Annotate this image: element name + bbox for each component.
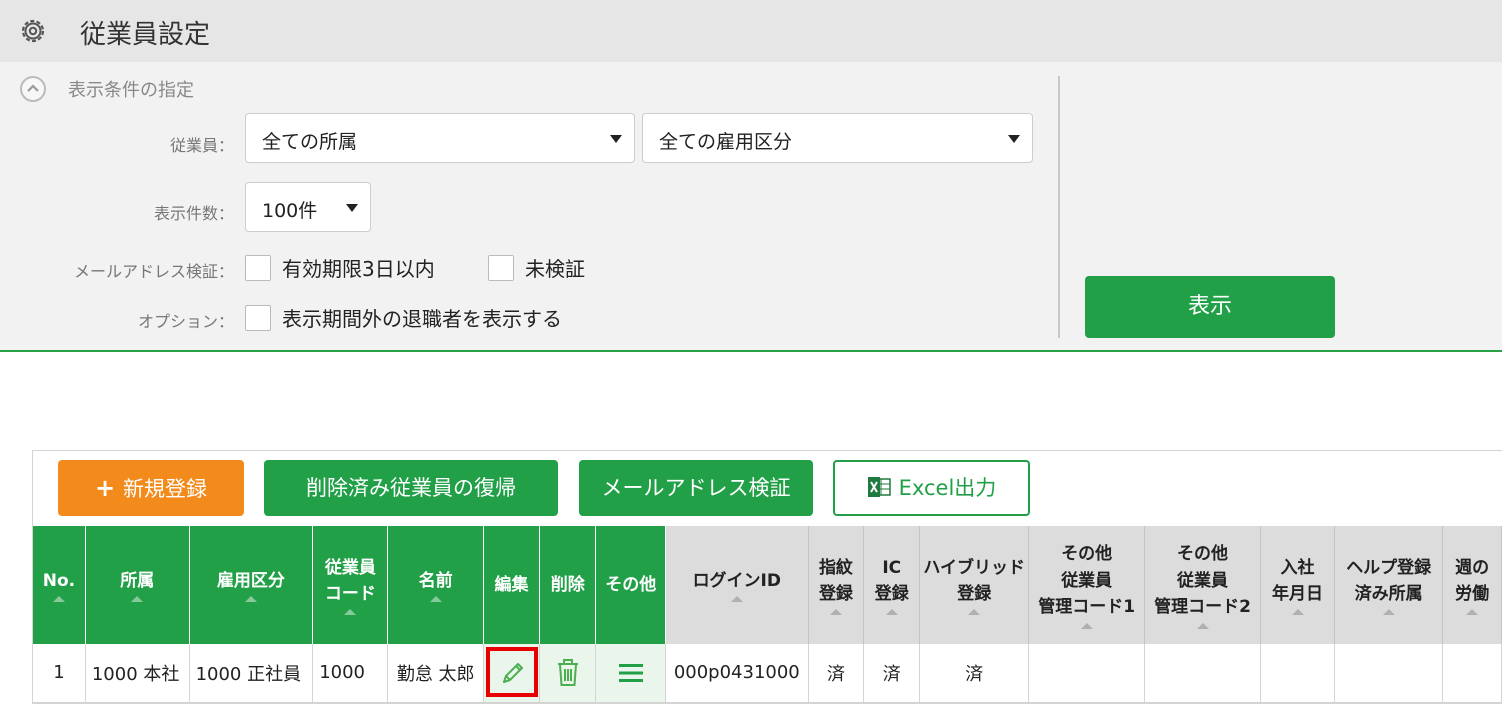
col-header[interactable]: ログインID xyxy=(665,526,809,644)
show-retired-label: 表示期間外の退職者を表示する xyxy=(282,307,562,331)
show-retired-checkbox[interactable] xyxy=(245,305,271,331)
table-row: 1 1000 本社 1000 正社員 1000 勤怠 太郎 000p043100… xyxy=(33,644,1502,703)
affiliation-select[interactable]: 全ての所属 xyxy=(245,113,635,163)
cell-ic: 済 xyxy=(863,644,921,703)
email-verify-label: メールアドレス検証： xyxy=(73,262,234,281)
col-header: 編集 xyxy=(483,526,541,644)
cell-affiliation: 1000 本社 xyxy=(85,644,190,703)
sort-icon xyxy=(730,596,743,603)
page-header: 従業員設定 xyxy=(0,0,1502,62)
col-header[interactable]: ハイブリッド 登録 xyxy=(919,526,1030,644)
dropdown-arrow-icon xyxy=(610,135,622,143)
new-register-button[interactable]: + 新規登録 xyxy=(58,460,244,516)
sort-icon xyxy=(1080,622,1093,629)
edit-button[interactable] xyxy=(483,644,541,703)
col-header[interactable]: 名前 xyxy=(387,526,484,644)
count-select[interactable]: 100件 xyxy=(245,182,371,232)
sort-icon xyxy=(1196,622,1209,629)
other-menu-button[interactable] xyxy=(595,644,667,703)
sort-icon xyxy=(244,596,257,603)
expiry-3days-checkbox[interactable] xyxy=(245,255,271,281)
cell-help-affiliation xyxy=(1334,644,1444,703)
employment-type-select[interactable]: 全ての雇用区分 xyxy=(642,113,1033,163)
sort-icon xyxy=(52,596,65,603)
hamburger-menu-icon xyxy=(618,663,643,682)
email-verify-button[interactable]: メールアドレス検証 xyxy=(579,460,813,516)
plus-icon: + xyxy=(94,474,116,502)
chevron-up-icon xyxy=(27,84,39,92)
sort-icon xyxy=(968,609,981,616)
col-header[interactable]: IC 登録 xyxy=(863,526,921,644)
cell-fingerprint: 済 xyxy=(808,644,865,703)
col-header[interactable]: ヘルプ登録 済み所属 xyxy=(1334,526,1444,644)
sort-icon xyxy=(829,609,842,616)
count-label: 表示件数： xyxy=(153,204,234,223)
divider xyxy=(1058,76,1060,338)
trash-icon xyxy=(557,658,578,686)
sort-icon xyxy=(1382,609,1395,616)
col-header[interactable]: 雇用区分 xyxy=(189,526,314,644)
gear-icon xyxy=(21,19,45,43)
collapse-toggle-button[interactable] xyxy=(20,76,46,102)
show-button[interactable]: 表示 xyxy=(1085,276,1335,338)
cell-employment: 1000 正社員 xyxy=(189,644,314,703)
sort-icon xyxy=(429,596,442,603)
cell-name: 勤怠 太郎 xyxy=(387,644,484,703)
cell-no: 1 xyxy=(33,644,86,703)
cell-hire-date xyxy=(1260,644,1336,703)
col-header[interactable]: その他 従業員 管理コード2 xyxy=(1144,526,1261,644)
col-header[interactable]: 指紋 登録 xyxy=(808,526,865,644)
col-header[interactable]: 所属 xyxy=(85,526,190,644)
col-header[interactable]: その他 従業員 管理コード1 xyxy=(1028,526,1146,644)
delete-button[interactable] xyxy=(539,644,597,703)
display-conditions-panel: 表示条件の指定 従業員： 全ての所属 全ての雇用区分 表示件数： 100件 メー… xyxy=(0,62,1502,352)
employee-table: No. 所属 雇用区分 従業員 コード 名前 編集 削除 その他 ログインID 指… xyxy=(33,526,1502,703)
highlight-box xyxy=(485,647,538,697)
page-title: 従業員設定 xyxy=(80,20,211,50)
cell-hybrid: 済 xyxy=(919,644,1030,703)
excel-export-button[interactable]: Excel出力 xyxy=(833,460,1030,516)
cell-other-code2 xyxy=(1144,644,1261,703)
dropdown-arrow-icon xyxy=(1008,135,1020,143)
employee-label: 従業員： xyxy=(169,136,234,155)
option-label: オプション： xyxy=(137,312,234,331)
cell-code: 1000 xyxy=(312,644,389,703)
sort-icon xyxy=(344,609,357,616)
unverified-label: 未検証 xyxy=(525,257,585,281)
sort-icon xyxy=(885,609,898,616)
cell-weekly xyxy=(1442,644,1502,703)
expiry-3days-label: 有効期限3日以内 xyxy=(282,257,435,281)
conditions-title: 表示条件の指定 xyxy=(68,80,194,101)
dropdown-arrow-icon xyxy=(346,204,358,212)
col-header: 削除 xyxy=(539,526,597,644)
col-header[interactable]: 週の 労働 xyxy=(1442,526,1502,644)
unverified-checkbox[interactable] xyxy=(488,255,514,281)
sort-icon xyxy=(1291,609,1304,616)
sort-icon xyxy=(1466,609,1479,616)
cell-other-code1 xyxy=(1028,644,1146,703)
restore-deleted-button[interactable]: 削除済み従業員の復帰 xyxy=(264,460,558,516)
col-header[interactable]: 入社 年月日 xyxy=(1260,526,1336,644)
col-header[interactable]: 従業員 コード xyxy=(312,526,389,644)
cell-login-id: 000p0431000 xyxy=(665,644,809,703)
col-header: その他 xyxy=(595,526,667,644)
sort-icon xyxy=(131,596,144,603)
excel-icon xyxy=(867,477,891,497)
table-header-row: No. 所属 雇用区分 従業員 コード 名前 編集 削除 その他 ログインID 指… xyxy=(33,526,1502,644)
col-header[interactable]: No. xyxy=(33,526,86,644)
